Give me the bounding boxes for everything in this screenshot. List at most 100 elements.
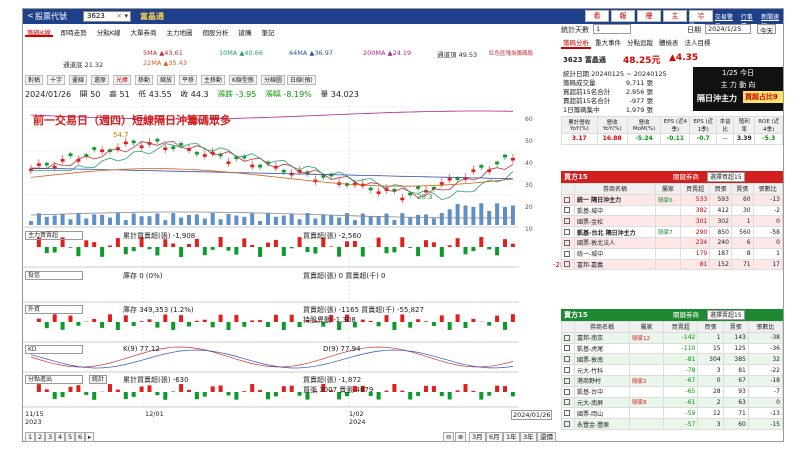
page-5[interactable]: 5 xyxy=(65,432,76,442)
col-header[interactable]: 張數比 xyxy=(752,183,784,195)
row-checkbox[interactable] xyxy=(561,215,575,228)
tab-target[interactable]: 法人目標 xyxy=(683,37,713,49)
tab-notes[interactable]: 筆記 xyxy=(260,26,277,37)
stat-days-select[interactable]: 1 xyxy=(593,24,631,34)
tool-minute[interactable]: 分線圖 xyxy=(261,75,286,85)
tool-cursor[interactable]: 光棒 xyxy=(113,75,132,85)
subpanel3-select[interactable]: 外資 xyxy=(25,305,83,314)
clear-icon[interactable]: × xyxy=(116,12,122,21)
broker-row[interactable]: 凱基-城中 382 412 30 -2 xyxy=(561,204,784,217)
page-2[interactable]: 2 xyxy=(35,432,46,442)
broker-row[interactable]: 富邦-嘉義 81 152 71 17 xyxy=(561,258,784,271)
checkbox-icon[interactable] xyxy=(564,196,570,203)
action-button-floor[interactable]: 樓 xyxy=(637,10,661,22)
tool-symmetric[interactable]: 對稱 xyxy=(25,75,44,85)
tool-daily-select[interactable]: 日線(預) xyxy=(287,75,316,85)
checkbox-icon[interactable] xyxy=(564,250,570,257)
tab-checkup[interactable]: 體檢表 xyxy=(657,37,681,49)
today-button[interactable]: 今天 xyxy=(757,24,776,35)
broker-row[interactable]: 富邦-南京 隔家12 -142 1 143 -38 xyxy=(561,331,784,344)
broker-row[interactable]: 元大-南屏 隔家8 -61 2 63 0 xyxy=(561,396,784,409)
row-checkbox[interactable] xyxy=(561,418,575,430)
tab-chip-kline[interactable]: 籌碼K線 xyxy=(25,26,53,37)
broker-row[interactable]: 國票-敦南 -81 304 385 32 xyxy=(561,353,784,366)
row-checkbox[interactable] xyxy=(561,353,575,366)
broker-row[interactable]: 元大-竹科 -78 3 81 -22 xyxy=(561,364,784,376)
broker-row[interactable]: 統一 隔日沖主力 隔家6 533 593 60 -13 xyxy=(561,193,784,206)
buy-kw-select[interactable]: 選擇買超15 xyxy=(707,172,745,182)
tool-crosshair[interactable]: 十字 xyxy=(47,75,66,85)
tool-move[interactable]: 移動 xyxy=(135,75,154,85)
page-4[interactable]: 4 xyxy=(55,432,66,442)
checkbox-icon[interactable] xyxy=(564,421,570,428)
broker-row[interactable]: 永豐金-豐原 -57 3 60 -15 xyxy=(561,418,784,430)
tool-main-move[interactable]: 主移動 xyxy=(201,75,226,85)
broker-row[interactable]: 港商野村 隔家2 -67 0 67 -18 xyxy=(561,374,784,387)
tool-pan[interactable]: 平移 xyxy=(179,75,198,85)
row-checkbox[interactable] xyxy=(561,407,575,420)
action-button-look[interactable]: 看 xyxy=(585,10,609,22)
restore-button[interactable]: 還價 xyxy=(537,432,556,442)
subpanel1-select[interactable]: 主力買賣超 xyxy=(25,231,83,240)
page-next-icon[interactable]: ▸ xyxy=(85,432,95,442)
tool-draw[interactable]: 畫線 xyxy=(69,75,88,85)
subpanel4-select[interactable]: KD xyxy=(25,345,83,354)
tab-branch-kline[interactable]: 分點K線 xyxy=(95,26,123,37)
page-6[interactable]: 6 xyxy=(75,432,86,442)
row-checkbox[interactable] xyxy=(561,342,575,355)
tool-zoom[interactable]: 縮放 xyxy=(157,75,176,85)
row-checkbox[interactable] xyxy=(561,226,575,238)
col-header[interactable]: 買張 xyxy=(709,183,732,195)
checkbox-icon[interactable] xyxy=(564,356,570,363)
broker-row[interactable]: 凱基-虎尾 -110 15 125 -36 xyxy=(561,342,784,355)
row-checkbox[interactable] xyxy=(561,331,575,344)
range-3m[interactable]: 3月 xyxy=(469,432,486,442)
col-header[interactable]: 張數比 xyxy=(747,321,784,333)
tab-realtime[interactable]: 即時走勢 xyxy=(59,26,89,37)
row-checkbox[interactable] xyxy=(561,385,575,398)
checkbox-icon[interactable] xyxy=(564,377,570,384)
zoom-in-icon[interactable]: ⊕ xyxy=(455,432,467,442)
col-header[interactable]: 屬家 xyxy=(655,183,681,195)
subpanel5-select[interactable]: 分點進出 xyxy=(25,375,83,384)
tab-rush[interactable]: 搶購 xyxy=(237,26,254,37)
row-checkbox[interactable] xyxy=(561,396,575,409)
checkbox-icon[interactable] xyxy=(564,345,570,352)
broker-row[interactable]: 凱基-台中 -65 28 93 -7 xyxy=(561,385,784,398)
col-header[interactable]: 屬家 xyxy=(629,321,665,333)
checkbox-icon[interactable] xyxy=(564,388,570,395)
col-header[interactable]: 買張 xyxy=(697,321,724,333)
sell-kw-select[interactable]: 選擇賣超15 xyxy=(707,310,745,320)
checkbox-icon[interactable] xyxy=(564,261,570,268)
broker-row[interactable]: 國票-金松 301 302 1 0 xyxy=(561,215,784,228)
checkbox-icon[interactable] xyxy=(564,410,570,417)
broker-row[interactable]: 統一-城中 179 187 8 1 xyxy=(561,247,784,260)
checkbox-icon[interactable] xyxy=(564,239,570,246)
col-header[interactable]: 券商名稱 xyxy=(573,321,631,333)
tab-stock-analysis[interactable]: 個股分析 xyxy=(201,26,231,37)
tool-restore[interactable]: 還原 xyxy=(91,75,110,85)
tab-main-map[interactable]: 主力地圖 xyxy=(165,26,195,37)
page-3[interactable]: 3 xyxy=(45,432,56,442)
checkbox-icon[interactable] xyxy=(564,367,570,374)
tab-chip-analysis[interactable]: 籌碼分析 xyxy=(561,37,591,49)
zoom-out-icon[interactable]: ⊖ xyxy=(443,432,455,442)
tab-branch-track[interactable]: 分點追蹤 xyxy=(625,37,655,49)
range-1y[interactable]: 1年 xyxy=(503,432,520,442)
tool-kpattern[interactable]: K線型態 xyxy=(229,75,257,85)
broker-row[interactable]: 凱基-台北 隔日沖主力 隔家7 290 850 560 -58 xyxy=(561,226,784,238)
row-checkbox[interactable] xyxy=(561,236,575,249)
checkbox-icon[interactable] xyxy=(564,229,570,236)
col-header[interactable]: 買賣超 xyxy=(663,321,699,333)
broker-row[interactable]: 國票-岡山 -59 12 71 -13 xyxy=(561,407,784,420)
date-input[interactable]: 2024/1/25 xyxy=(705,24,751,34)
subpanel5-stat-button[interactable]: 統計 xyxy=(89,375,108,384)
stock-code-input[interactable]: 3623 × ▾ xyxy=(83,11,131,22)
checkbox-icon[interactable] xyxy=(564,207,570,214)
row-checkbox[interactable] xyxy=(561,258,575,271)
row-checkbox[interactable] xyxy=(561,374,575,387)
checkbox-icon[interactable] xyxy=(564,218,570,225)
range-3y[interactable]: 3年 xyxy=(520,432,537,442)
chevron-down-icon[interactable]: ▾ xyxy=(124,12,128,21)
tab-big-broker[interactable]: 大單券商 xyxy=(129,26,159,37)
